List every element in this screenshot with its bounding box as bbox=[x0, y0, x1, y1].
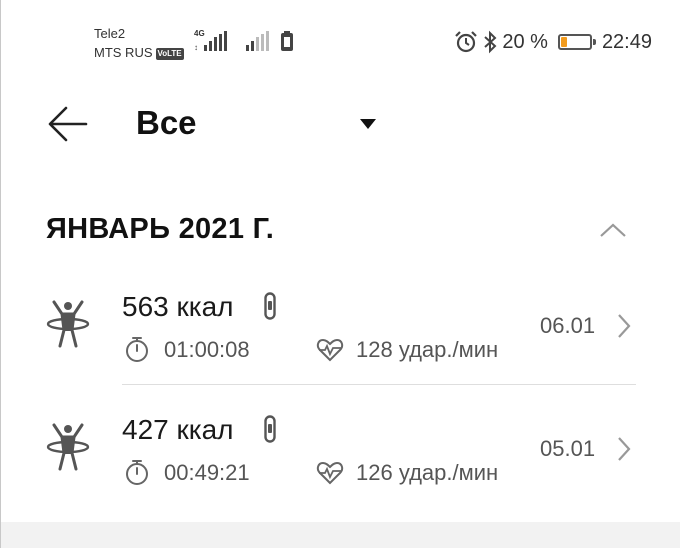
band-icon bbox=[264, 292, 276, 320]
volte-badge: VoLTE bbox=[155, 48, 184, 60]
duration-label: 01:00:08 bbox=[164, 337, 250, 362]
row-divider bbox=[122, 384, 636, 385]
chevron-right-icon[interactable] bbox=[616, 312, 632, 340]
chevron-right-icon[interactable] bbox=[616, 435, 632, 463]
date-label: 06.01 bbox=[540, 313, 596, 338]
heart-rate-label: 128 удар./мин bbox=[356, 337, 499, 362]
carrier-info: Tele2 MTS RUS VoLTE bbox=[94, 24, 184, 62]
status-time: 22:49 bbox=[601, 30, 652, 53]
status-right: 20 % 22:49 bbox=[454, 30, 652, 54]
hula-hoop-icon bbox=[46, 423, 90, 471]
calories-label: 563 ккал bbox=[122, 291, 234, 322]
heart-rate-icon bbox=[316, 461, 344, 485]
band-icon bbox=[264, 415, 276, 443]
svg-text:↕: ↕ bbox=[194, 43, 198, 51]
filter-title[interactable]: Все bbox=[136, 102, 197, 144]
chevron-up-icon[interactable] bbox=[598, 220, 628, 240]
hula-hoop-icon bbox=[46, 300, 90, 348]
month-header: ЯНВАРЬ 2021 Г. bbox=[46, 213, 275, 245]
workout-row[interactable]: 563 ккал 01:00:08 128 удар./мин 06.01 bbox=[46, 282, 646, 392]
signal-weak-icon bbox=[246, 31, 269, 51]
screen-edge bbox=[0, 0, 1, 548]
battery-percent: 20 % bbox=[502, 30, 548, 53]
duration-label: 00:49:21 bbox=[164, 460, 250, 485]
carrier-1-label: Tele2 bbox=[94, 26, 126, 41]
workout-row[interactable]: 427 ккал 00:49:21 126 удар./мин 05.01 bbox=[46, 405, 646, 515]
alarm-icon bbox=[455, 31, 478, 53]
bluetooth-icon bbox=[484, 30, 497, 54]
heart-rate-label: 126 удар./мин bbox=[356, 460, 499, 485]
dropdown-triangle-icon[interactable] bbox=[358, 117, 378, 131]
battery-fill bbox=[560, 37, 567, 47]
sim-icon bbox=[281, 31, 293, 51]
calories-label: 427 ккал bbox=[122, 414, 234, 445]
stopwatch-icon bbox=[126, 460, 148, 485]
date-label: 05.01 bbox=[540, 436, 596, 461]
carrier-2-label: MTS RUS bbox=[94, 45, 153, 60]
signal-icon: ↕ bbox=[194, 31, 227, 51]
back-arrow-icon[interactable] bbox=[46, 102, 90, 146]
battery-icon bbox=[557, 34, 596, 50]
heart-rate-icon bbox=[316, 338, 344, 362]
stopwatch-icon bbox=[126, 337, 148, 362]
app-screen: Tele2 MTS RUS VoLTE 4G ↕ 20 % 22:49 Все … bbox=[0, 0, 680, 522]
